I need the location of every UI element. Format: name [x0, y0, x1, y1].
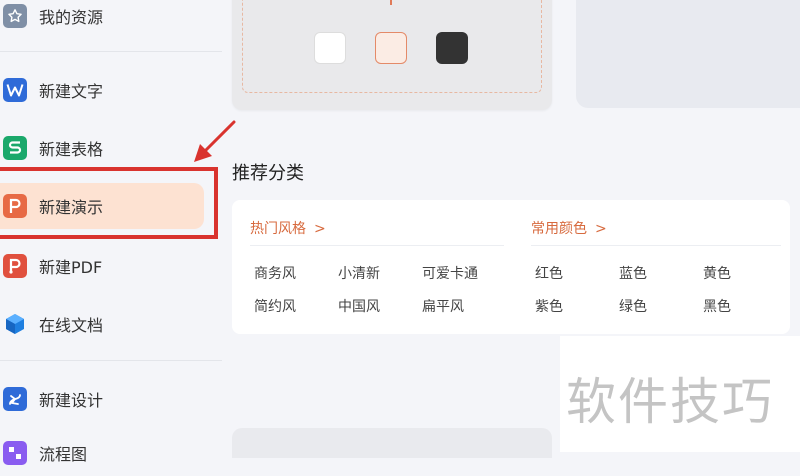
tag-minimal-style[interactable]: 简约风 [254, 296, 296, 316]
sidebar: 我的资源 新建文字 新建表格 新建演示 新建PDF 在线文档 新建设计 流程图 [0, 0, 222, 465]
wps-spreadsheet-icon [3, 136, 27, 160]
preview-tick-mark [390, 0, 392, 5]
watermark-text: 软件技巧 [566, 373, 774, 431]
tag-flat-style[interactable]: 扁平风 [422, 296, 464, 316]
sidebar-divider [0, 360, 222, 361]
star-icon [3, 4, 27, 28]
sidebar-item-label: 我的资源 [39, 8, 104, 27]
wps-writer-icon [3, 78, 27, 102]
sidebar-item-new-presentation[interactable]: 新建演示 [0, 183, 204, 229]
sidebar-item-new-spreadsheet[interactable]: 新建表格 [0, 125, 204, 171]
pdf-icon [3, 254, 27, 278]
color-swatch-black[interactable] [436, 32, 468, 64]
tag-purple[interactable]: 紫色 [535, 296, 563, 316]
flowchart-icon [3, 441, 27, 465]
category-heading-common-colors[interactable]: 常用颜色 > [531, 218, 607, 238]
sidebar-item-label: 流程图 [39, 445, 88, 464]
category-heading-label: 常用颜色 [531, 221, 587, 237]
sidebar-item-online-docs[interactable]: 在线文档 [0, 301, 204, 347]
tag-cartoon-style[interactable]: 可爱卡通 [422, 263, 478, 283]
sidebar-item-new-pdf[interactable]: 新建PDF [0, 243, 204, 289]
tag-business-style[interactable]: 商务风 [254, 263, 296, 283]
tag-green[interactable]: 绿色 [619, 296, 647, 316]
color-swatch-light-orange[interactable] [375, 32, 407, 64]
sidebar-item-label: 新建表格 [39, 140, 104, 159]
sidebar-item-new-design[interactable]: 新建设计 [0, 376, 204, 422]
category-divider [250, 245, 504, 246]
sidebar-item-label: 新建设计 [39, 391, 104, 410]
sidebar-item-flowchart[interactable]: 流程图 [0, 430, 204, 476]
sidebar-item-label: 新建PDF [39, 258, 103, 277]
right-panel [576, 0, 800, 108]
section-title: 推荐分类 [232, 163, 304, 184]
sidebar-item-my-resources[interactable]: 我的资源 [0, 0, 204, 39]
tag-fresh-style[interactable]: 小清新 [338, 263, 380, 283]
bottom-template-card[interactable] [232, 428, 552, 458]
category-heading-label: 热门风格 [250, 221, 306, 237]
sidebar-item-label: 在线文档 [39, 316, 104, 335]
chevron-right-icon: > [314, 221, 326, 237]
sidebar-divider [0, 51, 222, 52]
tag-red[interactable]: 红色 [535, 263, 563, 283]
sidebar-item-label: 新建文字 [39, 82, 104, 101]
tag-chinese-style[interactable]: 中国风 [338, 296, 380, 316]
tag-yellow[interactable]: 黄色 [703, 263, 731, 283]
tag-blue[interactable]: 蓝色 [619, 263, 647, 283]
color-swatch-white[interactable] [314, 32, 346, 64]
sidebar-item-new-document[interactable]: 新建文字 [0, 67, 204, 113]
tag-black[interactable]: 黑色 [703, 296, 731, 316]
design-icon [3, 387, 27, 411]
chevron-right-icon: > [595, 221, 607, 237]
online-doc-icon [3, 312, 27, 336]
sidebar-item-label: 新建演示 [39, 198, 104, 217]
wps-presentation-icon [3, 194, 27, 218]
category-heading-popular-styles[interactable]: 热门风格 > [250, 218, 326, 238]
category-divider [531, 245, 781, 246]
